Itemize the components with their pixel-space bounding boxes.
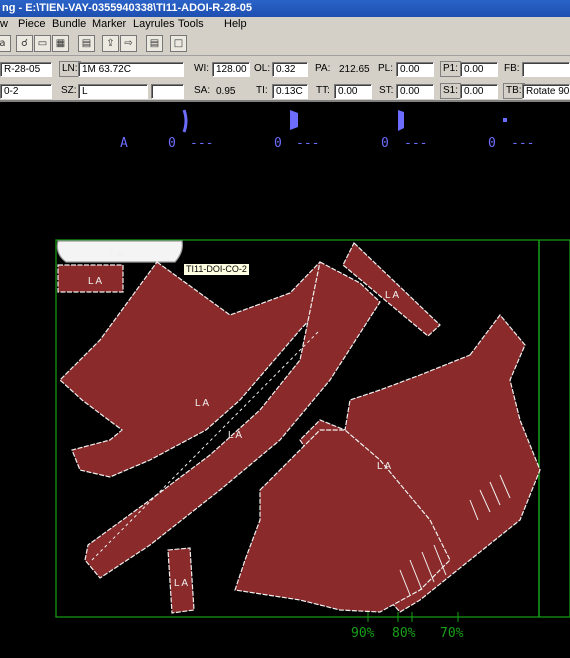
ln-field[interactable]: 1M 63.72C (78, 62, 184, 77)
sz-label: SZ: (61, 85, 77, 96)
menu-layrules[interactable]: Layrules (133, 17, 175, 32)
ruler-mark (398, 110, 404, 131)
menu-help[interactable]: Help (224, 17, 247, 32)
layout-icon[interactable]: ▤ (78, 35, 95, 52)
ruler-mark (182, 109, 188, 133)
s1-label: S1: (440, 83, 462, 99)
ruler-label: --- (404, 136, 427, 151)
piece-name-field[interactable]: 0-2 (0, 84, 52, 99)
ti-field[interactable]: 0.13C (272, 84, 308, 99)
ruler-label: --- (296, 136, 319, 151)
piece-label: L A (228, 430, 242, 441)
grid-icon[interactable]: ▦ (52, 35, 69, 52)
text-icon[interactable]: a (0, 35, 11, 52)
ruler-label: --- (511, 136, 534, 151)
piece-label: L A (88, 276, 102, 287)
sa-value: 0.95 (212, 84, 250, 99)
ruler-label: 0 (168, 136, 176, 151)
p1-field[interactable]: 0.00 (460, 62, 498, 77)
marker-canvas[interactable]: A 0 --- 0 --- 0 --- 0 --- L A L A L A L … (0, 102, 570, 658)
folder-up-icon[interactable]: ⇪ (102, 35, 119, 52)
fb-field[interactable] (522, 62, 570, 77)
piece-label: L A (377, 461, 391, 472)
pa-value: 212.65 (335, 62, 371, 77)
tb-field[interactable]: Rotate 90cw (522, 84, 570, 99)
percent-label: 90% (351, 626, 375, 641)
menu-bar: w Piece Bundle Marker Layrules Tools Hel… (0, 17, 570, 32)
wi-label: WI: (194, 63, 209, 74)
select-icon[interactable]: □ (170, 35, 187, 52)
ruler-label: --- (190, 136, 213, 151)
piece-label: L A (174, 578, 188, 589)
rectangle-icon[interactable]: ▭ (34, 35, 51, 52)
ol-field[interactable]: 0.32 (272, 62, 308, 77)
piece-label: L A (195, 398, 209, 409)
marker-name-field[interactable]: R-28-05 (0, 62, 52, 77)
window-title: ng - E:\TIEN-VAY-0355940338\TI11-ADOI-R-… (0, 0, 570, 17)
sz-extra-field[interactable] (151, 84, 184, 99)
ruler-label: A (120, 136, 128, 151)
ruler-mark (290, 110, 298, 130)
ti-label: TI: (256, 85, 268, 96)
ol-label: OL: (254, 63, 271, 74)
toolbar: a ☌ ▭ ▦ ▤ ⇪ ⇨ ▤ □ (0, 32, 570, 56)
fb-label: FB: (504, 63, 520, 74)
ruler-label: 0 (381, 136, 389, 151)
menu-view[interactable]: w (0, 17, 8, 32)
menu-piece[interactable]: Piece (18, 17, 46, 32)
tt-field[interactable]: 0.00 (334, 84, 372, 99)
pl-field[interactable]: 0.00 (396, 62, 434, 77)
ruler-label: 0 (488, 136, 496, 151)
ruler-mark (503, 118, 507, 122)
transfer-icon[interactable]: ⇨ (120, 35, 137, 52)
document-icon[interactable]: ▤ (146, 35, 163, 52)
piece-tooltip: TI11-DOI-CO-2 (183, 263, 250, 276)
menu-tools[interactable]: Tools (178, 17, 204, 32)
percent-label: 80% (392, 626, 416, 641)
pa-label: PA: (315, 63, 331, 74)
sa-label: SA: (194, 85, 211, 96)
p1-label: P1: (440, 61, 462, 77)
piece-label: L A (110, 249, 124, 260)
marker-info-bar: R-28-05 LN: 1M 63.72C WI: 128.00 OL: 0.3… (0, 56, 570, 102)
wi-field[interactable]: 128.00 (212, 62, 250, 77)
zoom-icon[interactable]: ☌ (16, 35, 33, 52)
s1-field[interactable]: 0.00 (460, 84, 498, 99)
percent-label: 70% (440, 626, 464, 641)
tt-label: TT: (316, 85, 330, 96)
sz-field[interactable]: L (78, 84, 148, 99)
menu-marker[interactable]: Marker (92, 17, 126, 32)
st-field[interactable]: 0.00 (396, 84, 434, 99)
pl-label: PL: (378, 63, 394, 74)
piece-label: L A (385, 290, 399, 301)
ruler-label: 0 (274, 136, 282, 151)
st-label: ST: (379, 85, 394, 96)
menu-bundle[interactable]: Bundle (52, 17, 86, 32)
